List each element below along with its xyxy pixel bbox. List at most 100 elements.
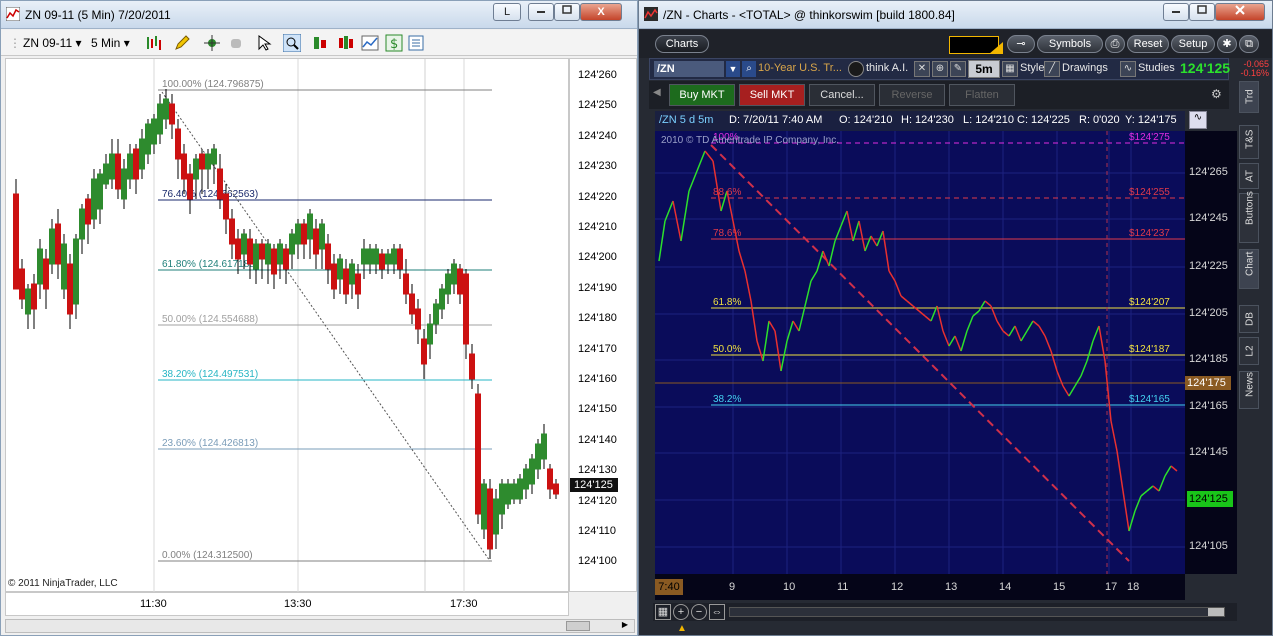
symbol-lookup-icon[interactable]: ⌕	[742, 61, 756, 77]
scrollbar-thumb[interactable]	[566, 621, 590, 631]
dollar-icon[interactable]: $	[385, 34, 403, 52]
drawings-icon[interactable]: ╱	[1044, 61, 1060, 77]
help-button[interactable]: L	[493, 3, 521, 21]
side-tab-news[interactable]: News	[1239, 371, 1259, 409]
link-icon[interactable]: ⊸	[1007, 35, 1035, 53]
think-ai-icon	[848, 61, 864, 77]
chevron-down-icon[interactable]: ▼	[726, 61, 740, 77]
candle-body	[367, 248, 373, 265]
side-tab-ts[interactable]: T&S	[1239, 125, 1259, 159]
tos-titlebar[interactable]: /ZN - Charts - <TOTAL> @ thinkorswim [bu…	[639, 1, 1272, 29]
side-tab-chart[interactable]: Chart	[1239, 249, 1259, 289]
symbol-input[interactable]: /ZN	[654, 61, 724, 77]
maximize-button[interactable]	[554, 3, 580, 21]
instrument-selector[interactable]: ZN 09-11 ▾	[23, 34, 82, 52]
side-tab-buttons[interactable]: Buttons	[1239, 191, 1259, 243]
side-tab-trd[interactable]: Trd	[1239, 81, 1259, 113]
tos-scrollbar[interactable]	[729, 607, 1225, 617]
pointer-icon[interactable]	[255, 34, 273, 52]
ninja-titlebar[interactable]: ZN 09-11 (5 Min) 7/20/2011 L X	[1, 1, 637, 29]
ninja-price-axis[interactable]: 124'260 124'250 124'240 124'230 124'220 124'2…	[569, 58, 637, 592]
candle-body	[421, 338, 427, 365]
tos-time-label: 14	[999, 581, 1012, 593]
charts-tab[interactable]: Charts	[655, 35, 709, 53]
side-tab-l2[interactable]: L2	[1239, 337, 1259, 365]
tos-price-segment	[1140, 490, 1148, 497]
ninja-time-axis[interactable]: 11:30 13:30 17:30	[5, 592, 569, 616]
zoom-in-icon[interactable]: +	[673, 604, 689, 620]
tos-price-chart[interactable]: 100%$124'27588.6%$124'25578.6%$124'23761…	[655, 131, 1185, 574]
candle-body	[319, 223, 325, 250]
indicators-icon[interactable]	[337, 34, 355, 52]
zoom-out-icon[interactable]: −	[691, 604, 707, 620]
gear-icon[interactable]: ✱	[1217, 35, 1237, 53]
cancel-button[interactable]: Cancel...	[809, 84, 875, 106]
tos-minimize-button[interactable]	[1163, 3, 1189, 21]
price-label: 124'260	[578, 69, 617, 81]
hand-icon[interactable]	[227, 34, 245, 52]
detach-icon[interactable]: ⧉	[1239, 35, 1259, 53]
crosshair-tool-icon[interactable]: ✕	[914, 61, 930, 77]
data-series-icon[interactable]	[311, 34, 329, 52]
pencil-icon[interactable]	[173, 34, 191, 52]
side-tab-db[interactable]: DB	[1239, 305, 1259, 333]
print-icon[interactable]: ⎙	[1105, 35, 1125, 53]
tos-price-segment	[1116, 450, 1124, 492]
candle-body	[175, 128, 181, 160]
grip-icon: ⋮	[9, 36, 21, 50]
reset-button[interactable]: Reset	[1127, 35, 1169, 53]
close-button[interactable]: X	[580, 3, 622, 21]
minimize-button[interactable]	[528, 3, 554, 21]
symbols-button[interactable]: Symbols	[1037, 35, 1103, 53]
tos-time-axis[interactable]: 7:40 9 10 11 12 13 14 15 17 18	[655, 574, 1185, 600]
zoom-icon[interactable]	[283, 34, 301, 52]
candle-body	[241, 233, 247, 255]
tos-maximize-button[interactable]	[1189, 3, 1215, 21]
settings-wrench-icon[interactable]: ⚙	[1211, 87, 1222, 101]
scroll-right-icon[interactable]: ▶	[618, 620, 632, 632]
fit-icon[interactable]: ⇔	[709, 604, 725, 620]
tos-fib-price: $124'207	[1129, 297, 1170, 308]
ninja-price-chart[interactable]: 100.00% (124.796875) 76.40% (124.662563) 6…	[5, 58, 569, 593]
grid-icon[interactable]: ▦	[655, 604, 671, 620]
zoom-tool-icon[interactable]: ⊕	[932, 61, 948, 77]
setup-button[interactable]: Setup	[1171, 35, 1215, 53]
style-icon[interactable]: ▦	[1002, 61, 1018, 77]
side-tab-at[interactable]: AT	[1239, 163, 1259, 189]
reverse-button[interactable]: Reverse	[879, 84, 945, 106]
tos-price-segment	[1146, 485, 1154, 492]
collapse-up-icon[interactable]: ▲	[677, 623, 691, 635]
tos-copyright: 2010 © TD Ameritrade IP Company, Inc.	[661, 135, 840, 146]
flatten-button[interactable]: Flatten	[949, 84, 1015, 106]
properties-icon[interactable]	[407, 34, 425, 52]
studies-icon[interactable]: ∿	[1120, 61, 1136, 77]
style-button[interactable]: Style	[1020, 62, 1044, 74]
interval-selector[interactable]: 5 Min ▾	[91, 34, 130, 52]
bar-type-icon[interactable]	[145, 34, 163, 52]
strategies-icon[interactable]	[361, 34, 379, 52]
tos-scrollbar-thumb[interactable]	[1208, 608, 1224, 616]
interval-button[interactable]: 5m	[968, 60, 1000, 78]
price-label: 124'120	[578, 494, 617, 507]
think-ai-button[interactable]: think A.I.	[866, 62, 908, 74]
chart-settings-icon[interactable]: ∿	[1189, 111, 1207, 129]
tos-price-axis[interactable]: 124'265 124'245 124'225 124'205 124'185 124'1…	[1185, 131, 1237, 574]
drawings-button[interactable]: Drawings	[1062, 62, 1108, 74]
tos-price-segment	[1008, 325, 1016, 337]
price-label: 124'140	[578, 433, 617, 446]
tos-price-segment	[1002, 330, 1010, 337]
tos-close-button[interactable]	[1215, 3, 1265, 21]
candle-body	[271, 248, 277, 275]
buy-mkt-button[interactable]: Buy MKT	[669, 84, 735, 106]
candle-body	[289, 233, 295, 255]
tos-time-label: 10	[783, 581, 796, 593]
thinkorswim-chart-window: /ZN - Charts - <TOTAL> @ thinkorswim [bu…	[638, 0, 1273, 636]
ninja-horizontal-scrollbar[interactable]: ▶	[5, 619, 635, 633]
tos-price-segment	[1152, 485, 1160, 492]
studies-button[interactable]: Studies	[1138, 62, 1175, 74]
fib-label: 23.60% (124.426813)	[162, 438, 258, 449]
sell-mkt-button[interactable]: Sell MKT	[739, 84, 805, 106]
tos-time-label: 17	[1105, 581, 1118, 593]
drawing-tool-icon[interactable]: ✎	[950, 61, 966, 77]
crosshair-icon[interactable]	[203, 34, 221, 52]
